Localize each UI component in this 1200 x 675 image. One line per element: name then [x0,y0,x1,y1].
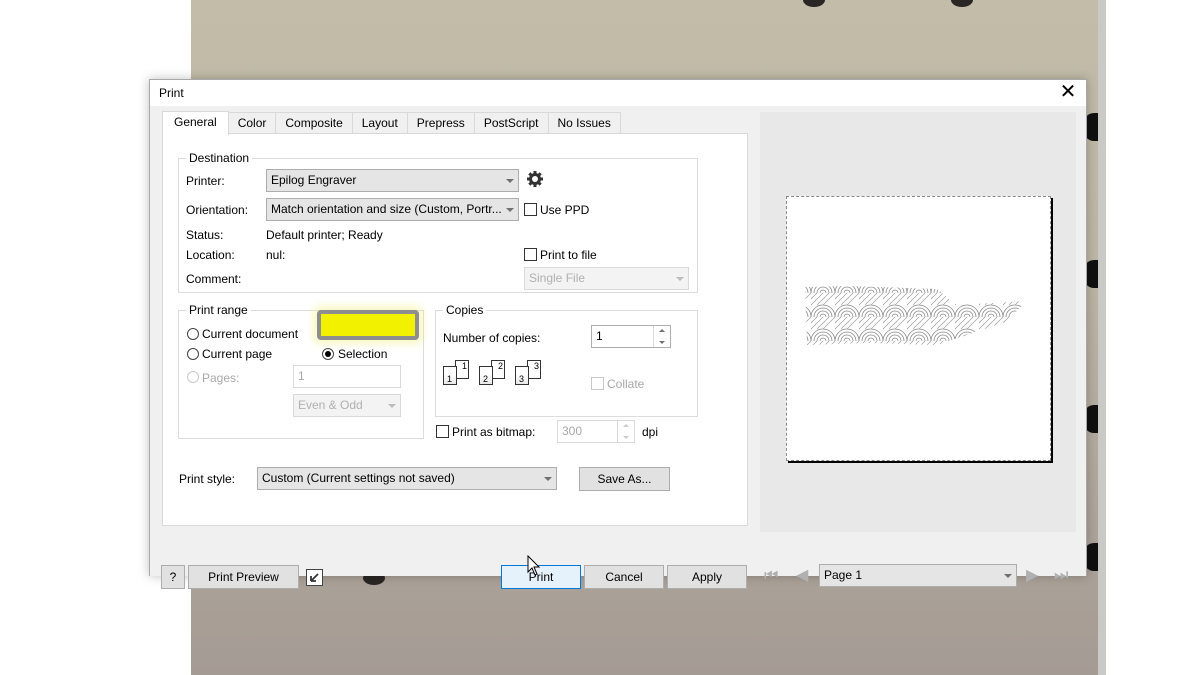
selection-label[interactable]: Selection [338,347,387,361]
print-dialog: Print ✕ General Color Composite Layout P… [149,79,1087,589]
last-page-icon[interactable]: ⏭ [1054,566,1068,586]
orientation-select[interactable]: Match orientation and size (Custom, Port… [266,198,519,221]
use-ppd-label[interactable]: Use PPD [540,203,589,217]
collate-page-icon: 1 [443,366,457,385]
copies-spinner[interactable] [653,326,670,347]
general-panel: Destination Printer: Epilog Engraver Ori… [162,133,748,526]
dpi-value: 300 [562,424,583,438]
background-dot [803,0,825,7]
current-page-radio[interactable] [187,348,199,360]
print-as-bitmap-checkbox[interactable] [436,425,449,438]
selection-radio[interactable] [322,348,334,360]
orientation-label: Orientation: [186,203,249,217]
file-mode-select[interactable]: Single File [524,267,689,290]
collate-page-icon: 2 [479,366,493,385]
page-select[interactable]: Page 1 [819,564,1017,587]
printer-value: Epilog Engraver [271,173,357,187]
collapse-preview-icon[interactable] [306,569,323,586]
collate-page-icon: 3 [527,360,541,379]
comment-label: Comment: [186,272,242,286]
chevron-down-icon [544,477,552,481]
title-bar[interactable]: Print ✕ [150,80,1086,106]
spin-up-icon[interactable] [623,424,629,427]
tab-layout[interactable]: Layout [351,112,408,134]
dpi-input[interactable]: 300 [557,420,635,443]
number-of-copies-input[interactable]: 1 [591,325,671,348]
tab-no-issues[interactable]: No Issues [547,112,621,134]
help-button[interactable]: ? [161,565,185,589]
file-mode-value: Single File [529,271,586,285]
chevron-down-icon [506,208,514,212]
current-page-label[interactable]: Current page [202,347,272,361]
prev-page-icon[interactable]: ◀ [796,566,808,586]
chevron-down-icon [388,404,396,408]
print-to-file-label[interactable]: Print to file [540,248,597,262]
status-value: Default printer; Ready [266,228,383,242]
number-of-copies-label: Number of copies: [443,331,541,345]
orientation-value: Match orientation and size (Custom, Port… [271,202,502,216]
page-select-value: Page 1 [824,568,863,582]
use-ppd-checkbox[interactable] [524,203,537,216]
status-label: Status: [186,228,224,242]
printer-select[interactable]: Epilog Engraver [266,169,519,192]
spin-down-icon[interactable] [623,436,629,439]
number-of-copies-value: 1 [596,329,603,343]
print-style-select[interactable]: Custom (Current settings not saved) [257,467,557,490]
apply-button[interactable]: Apply [667,565,747,589]
pages-label: Pages: [202,371,240,385]
print-style-value: Custom (Current settings not saved) [262,471,455,485]
print-preview-button[interactable]: Print Preview [188,565,299,589]
preview-page [786,196,1051,461]
background-edge [1098,0,1106,675]
first-page-icon[interactable]: ⏮ [764,566,778,586]
tab-bar: General Color Composite Layout Prepress … [162,111,621,135]
printer-properties-gear-icon[interactable] [525,169,545,189]
dialog-body: General Color Composite Layout Prepress … [150,106,1086,589]
spin-down-icon[interactable] [659,341,665,344]
collate-page-icon: 1 [455,360,469,379]
background-dot [951,0,973,7]
dialog-title: Print [159,86,184,100]
tab-general[interactable]: General [162,111,229,135]
tab-composite[interactable]: Composite [275,112,353,134]
print-to-file-checkbox[interactable] [524,248,537,261]
cancel-button[interactable]: Cancel [584,565,664,589]
even-odd-select[interactable]: Even & Odd [293,394,401,417]
copies-legend: Copies [446,303,484,317]
printer-label: Printer: [186,174,225,188]
tab-postscript[interactable]: PostScript [473,112,549,134]
save-as-button[interactable]: Save As... [579,467,670,491]
print-preview-pane [760,112,1076,532]
selection-highlight [317,310,419,340]
pages-input[interactable]: 1 [293,365,401,388]
print-button[interactable]: Print [501,565,581,589]
dpi-unit-label: dpi [642,425,659,439]
spin-up-icon[interactable] [659,329,665,332]
pages-radio[interactable] [187,371,199,383]
print-range-legend: Print range [189,303,248,317]
location-label: Location: [186,248,235,262]
collate-illustration: 1 1 2 2 3 3 [443,360,543,390]
mouse-cursor-icon [527,555,541,576]
chevron-down-icon [676,277,684,281]
collate-label: Collate [607,377,645,391]
destination-legend: Destination [189,151,250,165]
print-as-bitmap-label[interactable]: Print as bitmap: [452,425,535,439]
collate-page-icon: 3 [515,366,529,385]
close-icon[interactable]: ✕ [1056,81,1080,103]
current-document-label[interactable]: Current document [202,327,298,341]
even-odd-value: Even & Odd [298,398,363,412]
current-document-radio[interactable] [187,328,199,340]
chevron-down-icon [506,179,514,183]
next-page-icon[interactable]: ▶ [1026,566,1038,586]
dpi-spinner[interactable] [617,421,634,442]
print-style-label: Print style: [179,472,236,486]
collate-page-icon: 2 [491,360,505,379]
location-value: nul: [266,248,286,262]
collate-checkbox[interactable] [591,377,604,390]
tab-prepress[interactable]: Prepress [406,112,475,134]
chevron-down-icon [1004,574,1012,578]
preview-artwork [805,286,1027,345]
tab-color[interactable]: Color [227,112,277,134]
